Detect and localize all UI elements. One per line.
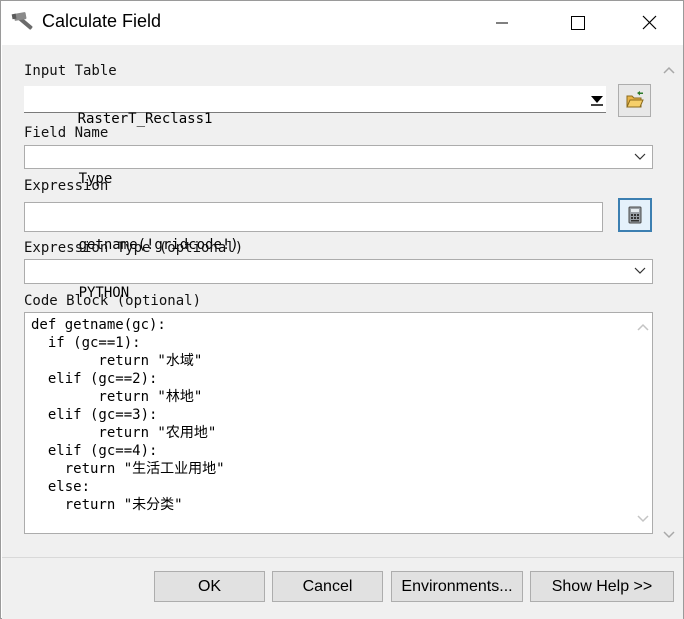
ok-button[interactable]: OK (154, 571, 265, 602)
chevron-down-icon (634, 267, 646, 274)
show-help-button[interactable]: Show Help >> (530, 571, 674, 602)
expression-type-select[interactable]: PYTHON (24, 259, 653, 301)
expression-builder-button[interactable] (618, 198, 652, 232)
scroll-up-icon[interactable] (659, 61, 679, 81)
code-line: elif (gc==4): (31, 443, 158, 459)
code-line: return "林地" (31, 389, 203, 405)
scroll-up-icon[interactable] (634, 319, 652, 337)
code-line: return "未分类" (31, 497, 183, 513)
browse-input-table-button[interactable] (618, 84, 651, 117)
close-icon (642, 15, 657, 30)
expression-label: Expression (24, 178, 109, 194)
scroll-down-icon[interactable] (634, 509, 652, 527)
hammer-icon (11, 11, 37, 35)
chevron-down-icon (634, 153, 646, 160)
dialog-scrollbar[interactable] (659, 45, 679, 557)
cancel-button[interactable]: Cancel (272, 571, 383, 602)
code-block-scrollbar[interactable] (634, 313, 652, 533)
calculate-field-dialog: Calculate Field Input Table RasterT_Recl… (0, 0, 684, 619)
maximize-button[interactable] (558, 7, 598, 39)
calculator-icon (628, 206, 642, 224)
expression-type-label: Expression Type (optional) (24, 240, 244, 256)
field-name-select[interactable]: Type (24, 145, 653, 187)
code-line: return "生活工业用地" (31, 461, 225, 477)
environments-button[interactable]: Environments... (391, 571, 523, 602)
minimize-button[interactable] (482, 7, 522, 39)
code-block-label: Code Block (optional) (24, 293, 202, 309)
input-table-combo[interactable]: RasterT_Reclass1 (24, 86, 606, 127)
dialog-title: Calculate Field (42, 11, 162, 31)
code-line: else: (31, 479, 91, 495)
field-name-label: Field Name (24, 125, 109, 141)
maximize-icon (571, 16, 585, 30)
code-line: return "水域" (31, 353, 203, 369)
folder-open-icon (626, 91, 644, 108)
code-line: def getname(gc): (31, 317, 166, 333)
expression-input[interactable]: getname(!gridcode!) (24, 202, 603, 253)
close-button[interactable] (629, 7, 669, 39)
input-table-label: Input Table (24, 63, 117, 79)
code-block-textarea[interactable]: def getname(gc): if (gc==1): return "水域"… (24, 312, 653, 534)
dialog-footer: OK Cancel Environments... Show Help >> (2, 557, 683, 619)
dropdown-arrow-icon[interactable] (590, 94, 604, 106)
code-line: if (gc==1): (31, 335, 141, 351)
dialog-body: Input Table RasterT_Reclass1 Field Name … (2, 45, 683, 557)
title-bar: Calculate Field (1, 1, 683, 45)
scroll-down-icon[interactable] (659, 524, 679, 544)
minimize-icon (496, 22, 508, 24)
code-line: return "农用地" (31, 425, 217, 441)
code-line: elif (gc==2): (31, 371, 158, 387)
code-block-text: def getname(gc): if (gc==1): return "水域"… (31, 316, 225, 514)
code-line: elif (gc==3): (31, 407, 158, 423)
